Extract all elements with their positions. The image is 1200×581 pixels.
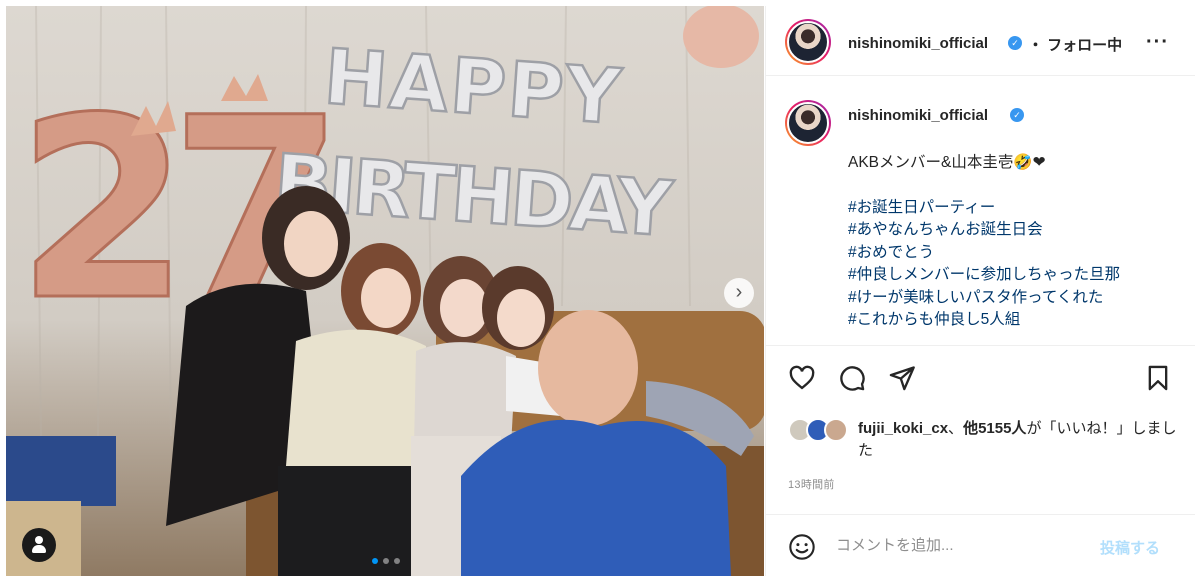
avatar[interactable] — [785, 19, 831, 65]
caption-text: AKBメンバー&山本圭壱🤣❤ — [848, 154, 1046, 171]
comment-input[interactable] — [836, 537, 1086, 554]
bookmark-icon[interactable] — [1144, 364, 1176, 396]
send-icon[interactable] — [888, 364, 920, 396]
carousel-dot — [394, 558, 400, 564]
emoji-smile-icon[interactable] — [788, 533, 816, 561]
chevron-right-icon[interactable]: › — [724, 278, 754, 308]
verified-badge-icon: ✓ — [1010, 108, 1024, 122]
action-bar — [766, 356, 1195, 406]
liker-username[interactable]: fujii_koki_cx — [858, 420, 948, 437]
carousel-dot-active — [372, 558, 378, 564]
verified-badge-icon: ✓ — [1008, 36, 1022, 50]
caption-body: AKBメンバー&山本圭壱🤣❤ #お誕生日パーティー #あやなんちゃんお誕生日会 … — [848, 152, 1178, 332]
hashtag-link[interactable]: #おめでとう — [848, 242, 1178, 265]
carousel-dot — [383, 558, 389, 564]
hashtag-link[interactable]: #けーが美味しいパスタ作ってくれた — [848, 287, 1178, 310]
post-side-panel: nishinomiki_official ✓ ・ フォロー中 ··· nishi… — [765, 6, 1195, 576]
likes-separator: 、 — [948, 420, 964, 437]
hashtag-link[interactable]: #これからも仲良し5人組 — [848, 309, 1178, 332]
header-username[interactable]: nishinomiki_official — [848, 35, 988, 52]
comment-icon[interactable] — [838, 364, 870, 396]
post-timestamp[interactable]: 13時間前 — [788, 476, 835, 492]
caption-username[interactable]: nishinomiki_official — [848, 107, 988, 124]
party-photo-illustration: 27 HAPPY BIRTHDAY — [6, 6, 764, 576]
caption-avatar[interactable] — [785, 100, 831, 146]
post-comment-button[interactable]: 投稿する — [1100, 537, 1160, 558]
more-horizontal-icon[interactable]: ··· — [1146, 31, 1169, 54]
caption-area: nishinomiki_official ✓ AKBメンバー&山本圭壱🤣❤ #お… — [766, 76, 1195, 346]
user-tag-icon[interactable] — [22, 528, 56, 562]
liker-avatars[interactable] — [788, 418, 852, 442]
likes-count-link[interactable]: 他5155人 — [963, 420, 1026, 437]
heart-icon[interactable] — [788, 364, 820, 396]
balloon-text-happy: HAPPY — [321, 32, 625, 142]
likes-text: fujii_koki_cx、他5155人が「いいね！」しました — [858, 418, 1188, 462]
hashtag-link[interactable]: #お誕生日パーティー — [848, 197, 1178, 220]
post-header: nishinomiki_official ✓ ・ フォロー中 ··· — [766, 6, 1195, 76]
comment-bar: 投稿する — [766, 514, 1195, 576]
hashtag-link[interactable]: #あやなんちゃんお誕生日会 — [848, 219, 1178, 242]
post-photo[interactable]: 27 HAPPY BIRTHDAY › — [6, 6, 764, 576]
hashtag-link[interactable]: #仲良しメンバーに参加しちゃった旦那 — [848, 264, 1178, 287]
following-button[interactable]: ・ フォロー中 — [1028, 34, 1132, 55]
carousel-dots — [372, 558, 400, 564]
